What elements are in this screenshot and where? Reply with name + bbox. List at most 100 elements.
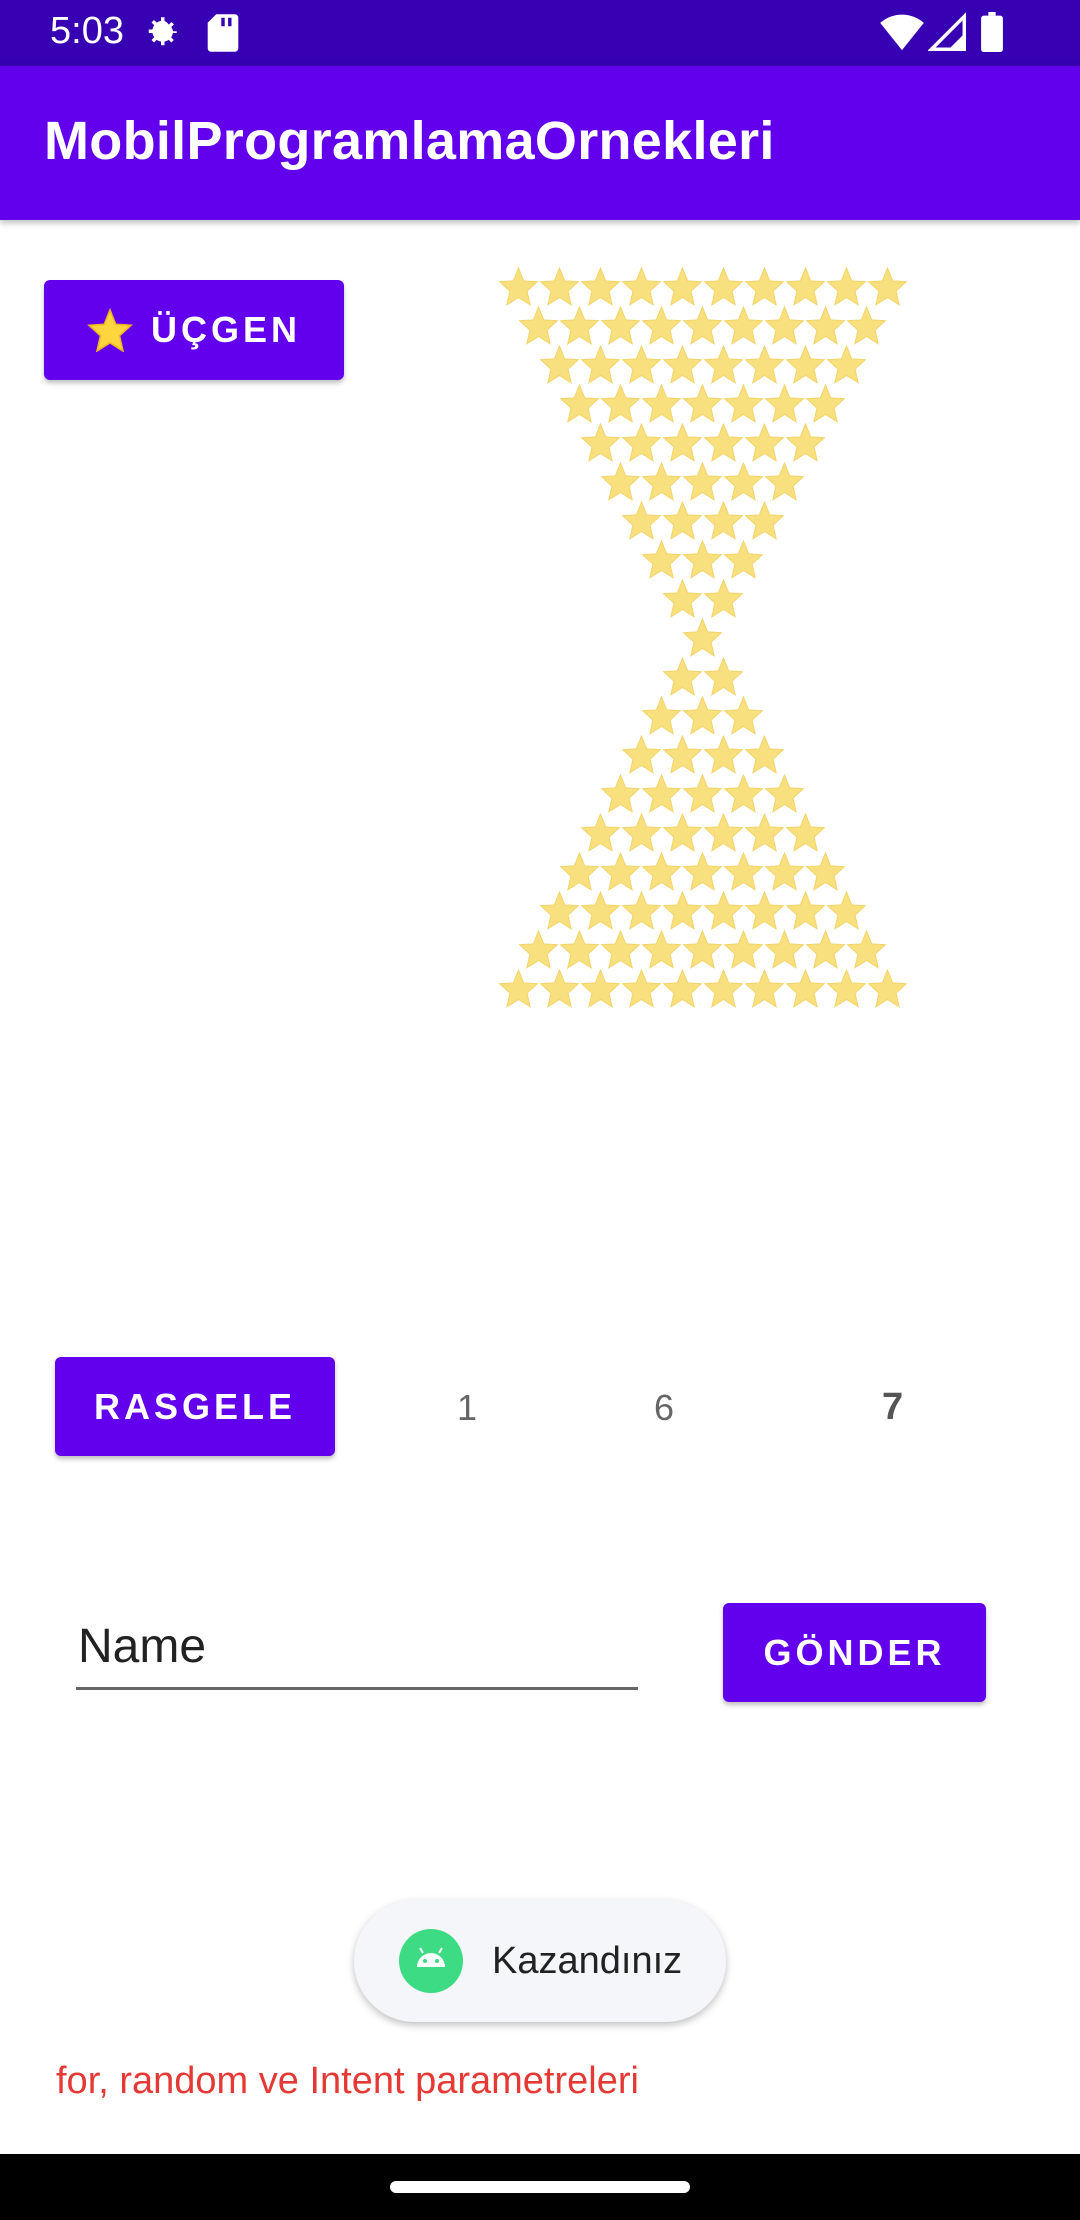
star-icon [641,461,682,501]
triangle-button[interactable]: ÜÇGEN [44,280,344,380]
star-icon [641,695,682,735]
random-number-1: 1 [457,1387,478,1428]
star-icon [805,851,846,891]
star-row [495,461,910,501]
star-icon [661,344,703,384]
star-row [495,266,910,306]
star-icon [846,929,887,969]
star-icon [682,305,723,345]
star-icon [764,461,805,501]
star-icon [702,344,744,384]
star-icon [743,734,785,774]
navigation-bar [0,2154,1080,2220]
star-icon [641,539,682,579]
sd-card-icon [206,12,240,59]
android-icon [399,1929,463,1993]
star-icon [784,266,826,306]
star-row [495,422,910,462]
status-bar: 5:03 [0,0,1080,66]
star-icon [559,929,600,969]
name-input[interactable] [76,1605,638,1690]
star-icon [661,578,703,618]
star-icon [702,422,744,462]
send-button-label: GÖNDER [763,1631,946,1673]
star-row [495,695,910,735]
star-icon [518,305,559,345]
star-icon [866,266,908,306]
home-handle[interactable] [390,2181,690,2193]
star-icon [723,461,764,501]
star-icon [600,305,641,345]
star-icon [723,929,764,969]
star-icon [620,890,662,930]
star-icon [661,422,703,462]
toast-text: Kazandınız [492,1940,683,1982]
battery-icon [980,12,1004,57]
star-icon [620,734,662,774]
star-row [495,656,910,696]
star-icon [825,266,867,306]
star-icon [538,968,580,1008]
star-icon [702,266,744,306]
star-icon [579,266,621,306]
star-icon [743,890,785,930]
send-button[interactable]: GÖNDER [723,1603,986,1702]
star-icon [538,344,580,384]
star-icon [600,773,641,813]
star-icon [702,734,744,774]
star-icon [661,890,703,930]
star-row [495,851,910,891]
star-icon [825,344,867,384]
app-bar: MobilProgramlamaOrnekleri [0,66,1080,220]
star-icon [559,851,600,891]
star-icon [497,968,539,1008]
star-icon [743,266,785,306]
settings-icon [140,12,182,59]
star-icon [723,851,764,891]
star-icon [723,695,764,735]
random-button[interactable]: RASGELE [55,1357,335,1456]
star-row [495,539,910,579]
star-row [495,344,910,384]
star-icon [784,890,826,930]
star-icon [682,617,723,657]
star-icon [518,929,559,969]
star-icon [825,968,867,1008]
star-row [495,968,910,1008]
star-icon [661,734,703,774]
star-icon [764,773,805,813]
star-row [495,734,910,774]
star-icon [743,968,785,1008]
star-icon [805,383,846,423]
star-icon [497,266,539,306]
star-icon [579,890,621,930]
star-icon [805,305,846,345]
star-icon [579,344,621,384]
star-icon [641,851,682,891]
star-icon [784,344,826,384]
star-icon [87,308,133,352]
star-icon [641,929,682,969]
toast: Kazandınız [354,1900,726,2022]
star-row [495,305,910,345]
star-icon [723,383,764,423]
star-icon [661,266,703,306]
star-icon [743,812,785,852]
star-icon [702,812,744,852]
star-row [495,812,910,852]
triangle-button-label: ÜÇGEN [150,309,301,350]
star-icon [600,851,641,891]
star-icon [682,851,723,891]
star-icon [702,578,744,618]
status-time: 5:03 [50,10,124,52]
footer-text: for, random ve Intent parametreleri [56,2060,639,2102]
star-icon [641,383,682,423]
star-icon [702,968,744,1008]
star-icon [600,383,641,423]
star-icon [661,500,703,540]
star-icon [641,305,682,345]
star-icon [682,383,723,423]
star-icon [866,968,908,1008]
star-icon [661,656,703,696]
star-icon [702,890,744,930]
